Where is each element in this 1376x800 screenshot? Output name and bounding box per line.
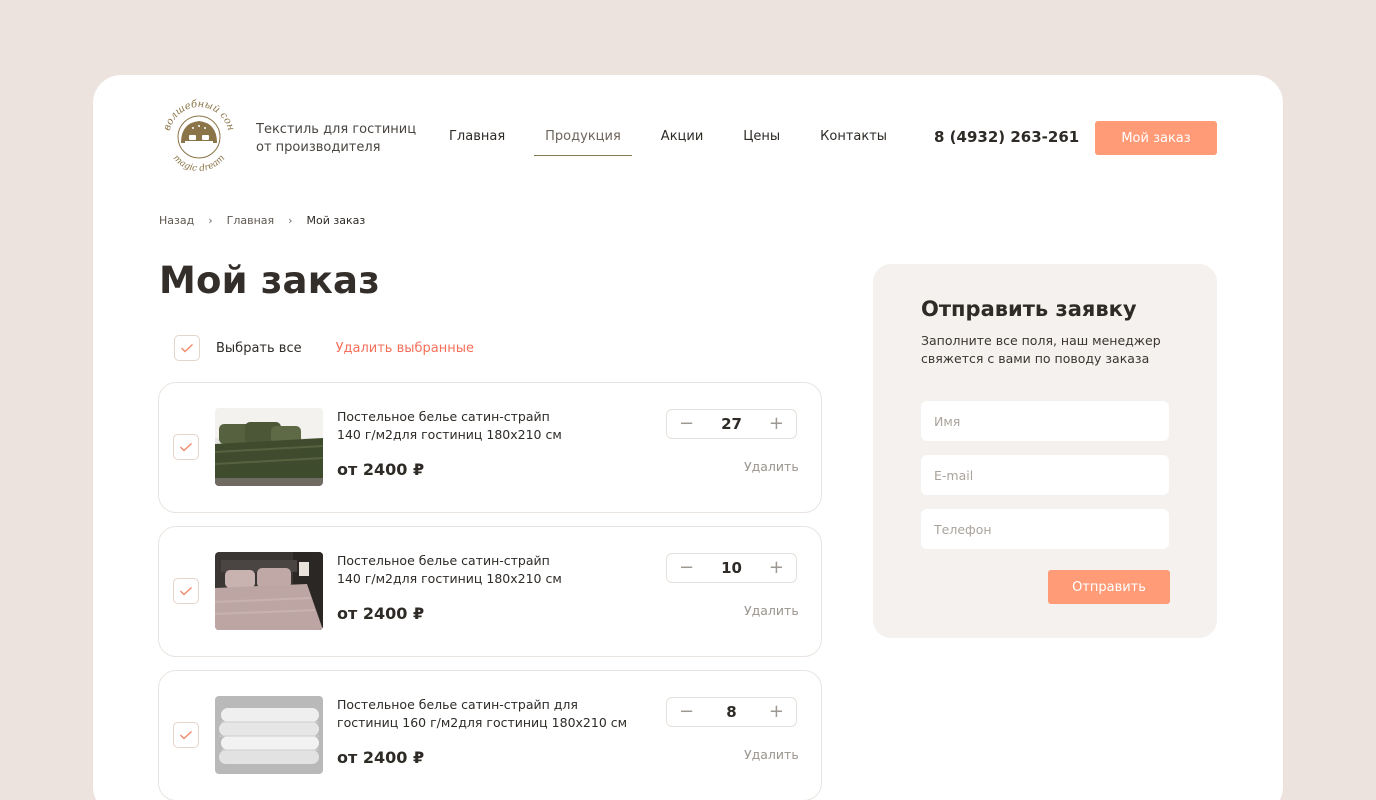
item-name-line1: Постельное белье сатин-страйп [337,409,550,424]
item-checkbox[interactable] [173,722,199,748]
tagline-line1: Текстиль для гостиниц [256,122,417,137]
pink-bedding-photo[interactable] [215,552,323,630]
green-bedding-photo[interactable] [215,408,323,486]
quantity-stepper: − 8 + [666,697,797,727]
quantity-stepper: − 27 + [666,409,797,439]
item-name-line2: 140 г/м2для гостиниц 180х210 см [337,571,562,586]
delete-item-link[interactable]: Удалить [744,459,799,474]
cart-item: Постельное белье сатин-страйп для гостин… [158,670,822,800]
request-form-panel: Отправить заявку Заполните все поля, наш… [873,264,1217,638]
plus-icon[interactable]: + [769,559,784,577]
item-name[interactable]: Постельное белье сатин-страйп 140 г/м2дл… [337,552,637,588]
item-price: от 2400 ₽ [337,604,425,623]
my-order-button[interactable]: Мой заказ [1095,121,1217,155]
delete-item-link[interactable]: Удалить [744,747,799,762]
nav-item-contacts[interactable]: Контакты [809,129,898,154]
breadcrumb-back[interactable]: Назад [159,214,194,227]
plus-icon[interactable]: + [769,415,784,433]
breadcrumb-home[interactable]: Главная [227,214,275,227]
minus-icon[interactable]: − [679,703,694,721]
nav-item-promotions[interactable]: Акции [650,129,715,154]
delete-selected-link[interactable]: Удалить выбранные [336,341,474,356]
checkmark-icon [180,442,192,452]
cart-item: Постельное белье сатин-страйп 140 г/м2дл… [158,382,822,513]
minus-icon[interactable]: − [679,559,694,577]
email-field[interactable] [921,455,1169,495]
main-card: волшебный сон magic dream Текстиль для г… [93,75,1283,800]
item-price: от 2400 ₽ [337,460,425,479]
cart-item: Постельное белье сатин-страйп 140 г/м2дл… [158,526,822,657]
submit-button[interactable]: Отправить [1048,570,1170,604]
magic-dream-logo[interactable]: волшебный сон magic dream [159,95,239,175]
item-name-line2: 140 г/м2для гостиниц 180х210 см [337,427,562,442]
page-title: Мой заказ [159,259,380,302]
quantity-stepper: − 10 + [666,553,797,583]
form-title: Отправить заявку [921,297,1137,321]
nav-item-prices[interactable]: Цены [732,129,791,154]
selection-bar: Выбрать все Удалить выбранные [174,335,474,361]
phone-field[interactable] [921,509,1169,549]
item-checkbox[interactable] [173,434,199,460]
item-price: от 2400 ₽ [337,748,425,767]
form-subtitle: Заполните все поля, наш менеджер свяжетс… [921,333,1161,366]
quantity-value[interactable]: 8 [726,703,736,721]
main-nav: Главная Продукция Акции Цены Контакты [438,129,898,156]
plus-icon[interactable]: + [769,703,784,721]
logo-text-bottom: magic dream [171,153,227,174]
white-duvet-photo[interactable] [215,696,323,774]
checkmark-icon [180,730,192,740]
svg-text:magic dream: magic dream [171,153,227,174]
item-name-line2: гостиниц 160 г/м2для гостиниц 180х210 см [337,715,628,730]
quantity-value[interactable]: 10 [721,559,742,577]
delete-item-link[interactable]: Удалить [744,603,799,618]
item-name-line1: Постельное белье сатин-страйп [337,553,550,568]
select-all-checkbox[interactable] [174,335,200,361]
checkmark-icon [181,343,193,353]
nav-item-products[interactable]: Продукция [534,129,632,156]
name-field[interactable] [921,401,1169,441]
tagline-line2: от производителя [256,140,381,155]
breadcrumb-separator: › [288,214,293,227]
item-name-line1: Постельное белье сатин-страйп для [337,697,578,712]
breadcrumb-separator: › [208,214,213,227]
item-name[interactable]: Постельное белье сатин-страйп для гостин… [337,696,657,732]
phone-link[interactable]: 8 (4932) 263-261 [934,128,1079,146]
item-checkbox[interactable] [173,578,199,604]
minus-icon[interactable]: − [679,415,694,433]
checkmark-icon [180,586,192,596]
nav-item-home[interactable]: Главная [438,129,516,154]
tagline: Текстиль для гостиниц от производителя [256,121,416,157]
select-all-label[interactable]: Выбрать все [216,341,302,356]
quantity-value[interactable]: 27 [721,415,742,433]
breadcrumb-current: Мой заказ [306,214,366,227]
item-name[interactable]: Постельное белье сатин-страйп 140 г/м2дл… [337,408,637,444]
breadcrumb: Назад › Главная › Мой заказ [159,214,365,227]
